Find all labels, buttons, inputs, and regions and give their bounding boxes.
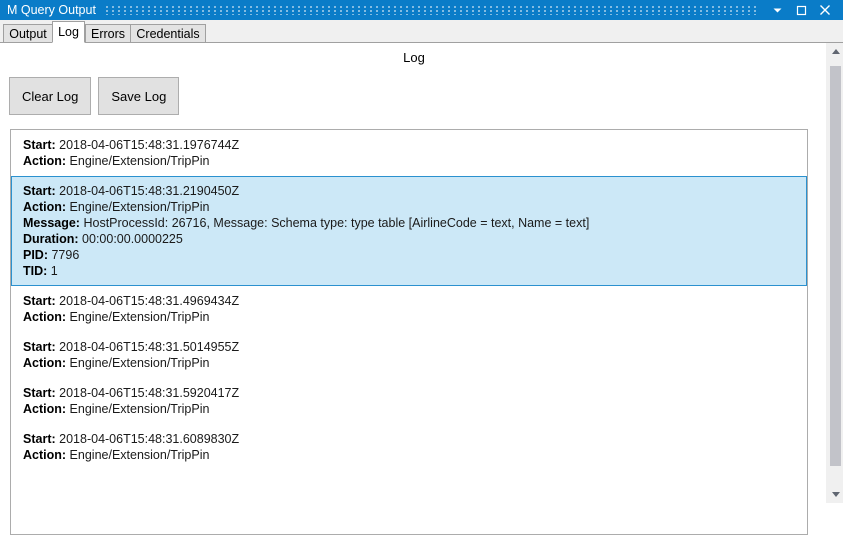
page-title: Log xyxy=(403,50,425,65)
log-key-start: Start: xyxy=(23,386,56,400)
log-field-action: Action: Engine/Extension/TripPin xyxy=(23,309,806,325)
log-toolbar: Clear Log Save Log xyxy=(9,77,180,115)
log-key-start: Start: xyxy=(23,340,56,354)
save-log-button[interactable]: Save Log xyxy=(98,77,180,115)
tab-credentials[interactable]: Credentials xyxy=(130,24,206,43)
log-key-action: Action: xyxy=(23,310,67,324)
log-field-action: Action: Engine/Extension/TripPin xyxy=(23,355,806,371)
log-entry[interactable]: Start: 2018-04-06T15:48:31.4969434Z Acti… xyxy=(11,286,807,332)
log-field-action: Action: Engine/Extension/TripPin xyxy=(23,153,806,169)
log-field-action: Action: Engine/Extension/TripPin xyxy=(23,401,806,417)
log-value-action: Engine/Extension/TripPin xyxy=(69,310,210,324)
log-value-start: 2018-04-06T15:48:31.5920417Z xyxy=(59,386,240,400)
log-key-start: Start: xyxy=(23,184,56,198)
log-value-start: 2018-04-06T15:48:31.5014955Z xyxy=(59,340,240,354)
chevron-down-icon[interactable] xyxy=(765,0,789,20)
log-value-start: 2018-04-06T15:48:31.4969434Z xyxy=(59,294,240,308)
log-value-action: Engine/Extension/TripPin xyxy=(69,448,210,462)
tab-output-label: Output xyxy=(9,26,47,41)
tab-errors[interactable]: Errors xyxy=(85,24,131,43)
log-field-action: Action: Engine/Extension/TripPin xyxy=(23,199,806,215)
log-key-pid: PID: xyxy=(23,248,48,262)
log-field-tid: TID: 1 xyxy=(23,263,806,279)
log-entry-list[interactable]: Start: 2018-04-06T15:48:31.1976744Z Acti… xyxy=(10,129,808,535)
tab-output[interactable]: Output xyxy=(3,24,53,43)
log-value-tid: 1 xyxy=(50,264,58,278)
tab-log[interactable]: Log xyxy=(52,21,85,43)
triangle-up-glyph xyxy=(831,49,840,54)
scroll-down-arrow-icon[interactable] xyxy=(827,486,843,503)
log-value-action: Engine/Extension/TripPin xyxy=(69,356,210,370)
log-field-action: Action: Engine/Extension/TripPin xyxy=(23,447,806,463)
log-field-start: Start: 2018-04-06T15:48:31.6089830Z xyxy=(23,431,806,447)
log-key-tid: TID: xyxy=(23,264,48,278)
scroll-up-arrow-icon[interactable] xyxy=(827,43,843,60)
log-key-action: Action: xyxy=(23,402,67,416)
maximize-icon[interactable] xyxy=(789,0,813,20)
window-controls xyxy=(765,0,843,20)
log-entry[interactable]: Start: 2018-04-06T15:48:31.1976744Z Acti… xyxy=(11,130,807,176)
log-entry[interactable]: Start: 2018-04-06T15:48:31.5920417Z Acti… xyxy=(11,378,807,424)
log-key-message: Message: xyxy=(23,216,80,230)
log-value-start: 2018-04-06T15:48:31.6089830Z xyxy=(59,432,240,446)
log-value-action: Engine/Extension/TripPin xyxy=(69,402,210,416)
clear-log-button[interactable]: Clear Log xyxy=(9,77,92,115)
log-value-action: Engine/Extension/TripPin xyxy=(69,200,210,214)
log-value-start: 2018-04-06T15:48:31.2190450Z xyxy=(59,184,240,198)
vertical-scrollbar[interactable] xyxy=(826,43,843,503)
tab-errors-label: Errors xyxy=(90,26,126,41)
log-value-action: Engine/Extension/TripPin xyxy=(69,154,210,168)
window-title: M Query Output xyxy=(7,3,96,17)
log-key-action: Action: xyxy=(23,154,67,168)
triangle-down-glyph xyxy=(831,492,840,497)
log-key-duration: Duration: xyxy=(23,232,79,246)
log-key-start: Start: xyxy=(23,432,56,446)
log-panel: Log Clear Log Save Log Start: 2018-04-06… xyxy=(0,43,843,535)
title-bar: M Query Output xyxy=(0,0,843,20)
tab-strip: Output Log Errors Credentials xyxy=(0,20,843,43)
log-field-start: Start: 2018-04-06T15:48:31.2190450Z xyxy=(23,183,806,199)
title-grip-texture xyxy=(105,5,759,15)
log-entry[interactable]: Start: 2018-04-06T15:48:31.6089830Z Acti… xyxy=(11,424,807,470)
log-key-action: Action: xyxy=(23,448,67,462)
log-entry[interactable]: Start: 2018-04-06T15:48:31.5014955Z Acti… xyxy=(11,332,807,378)
log-key-action: Action: xyxy=(23,200,67,214)
log-value-message: HostProcessId: 26716, Message: Schema ty… xyxy=(83,216,590,230)
log-field-start: Start: 2018-04-06T15:48:31.5920417Z xyxy=(23,385,806,401)
log-field-pid: PID: 7796 xyxy=(23,247,806,263)
tab-log-label: Log xyxy=(58,25,79,39)
clear-log-label: Clear Log xyxy=(22,88,79,104)
log-field-message: Message: HostProcessId: 26716, Message: … xyxy=(23,215,806,231)
log-key-start: Start: xyxy=(23,294,56,308)
log-field-start: Start: 2018-04-06T15:48:31.5014955Z xyxy=(23,339,806,355)
log-field-duration: Duration: 00:00:00.0000225 xyxy=(23,231,806,247)
log-value-start: 2018-04-06T15:48:31.1976744Z xyxy=(59,138,240,152)
scrollbar-thumb[interactable] xyxy=(830,66,841,466)
log-key-start: Start: xyxy=(23,138,56,152)
save-log-label: Save Log xyxy=(111,88,167,104)
m-query-output-window: M Query Output Output Log Errors Credent… xyxy=(0,0,843,535)
log-key-action: Action: xyxy=(23,356,67,370)
log-value-pid: 7796 xyxy=(51,248,80,262)
log-field-start: Start: 2018-04-06T15:48:31.1976744Z xyxy=(23,137,806,153)
log-field-start: Start: 2018-04-06T15:48:31.4969434Z xyxy=(23,293,806,309)
tab-credentials-label: Credentials xyxy=(136,26,200,41)
log-entry[interactable]: Start: 2018-04-06T15:48:31.2190450Z Acti… xyxy=(11,176,807,286)
close-icon[interactable] xyxy=(813,0,837,20)
log-value-duration: 00:00:00.0000225 xyxy=(82,232,183,246)
scrollbar-track[interactable] xyxy=(827,60,843,486)
